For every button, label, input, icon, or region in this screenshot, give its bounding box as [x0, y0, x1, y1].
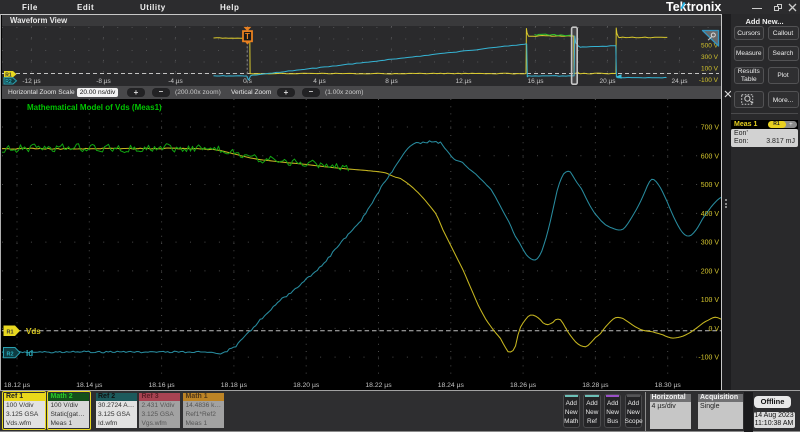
svg-text:4 µs: 4 µs — [313, 78, 326, 85]
svg-text:R2: R2 — [5, 79, 12, 85]
svg-text:300 V: 300 V — [701, 54, 719, 61]
svg-text:Id: Id — [26, 349, 33, 358]
svg-text:-12 µs: -12 µs — [22, 78, 41, 85]
svg-text:600 V: 600 V — [700, 153, 719, 160]
svg-text:Mathematical Model of Vds (Mea: Mathematical Model of Vds (Meas1) — [27, 103, 162, 112]
svg-text:20 µs: 20 µs — [599, 78, 616, 85]
svg-text:T: T — [245, 32, 250, 41]
svg-text:300 V: 300 V — [700, 240, 719, 247]
svg-text:18.18 µs: 18.18 µs — [220, 382, 247, 389]
svg-text:200 V: 200 V — [700, 268, 719, 275]
svg-text:Vds: Vds — [26, 327, 41, 336]
svg-text:-4 µs: -4 µs — [168, 78, 183, 85]
svg-text:18.12 µs: 18.12 µs — [3, 382, 30, 389]
svg-text:16 µs: 16 µs — [527, 78, 544, 85]
svg-text:100 V: 100 V — [701, 66, 719, 73]
svg-text:R2: R2 — [6, 351, 13, 357]
svg-text:0 s: 0 s — [243, 78, 252, 85]
svg-text:18.28 µs: 18.28 µs — [582, 382, 609, 389]
svg-text:18.20 µs: 18.20 µs — [293, 382, 320, 389]
svg-text:8 µs: 8 µs — [385, 78, 398, 85]
svg-text:400 V: 400 V — [700, 211, 719, 218]
svg-text:700 V: 700 V — [700, 125, 719, 132]
svg-text:12 µs: 12 µs — [455, 78, 472, 85]
svg-text:R1: R1 — [6, 330, 13, 336]
svg-text:24 µs: 24 µs — [671, 78, 688, 85]
svg-text:18.24 µs: 18.24 µs — [437, 382, 464, 389]
svg-text:100 V: 100 V — [700, 297, 719, 304]
svg-text:18.22 µs: 18.22 µs — [365, 382, 392, 389]
svg-text:-100 V: -100 V — [698, 355, 719, 362]
svg-text:500 V: 500 V — [700, 182, 719, 189]
svg-text:18.30 µs: 18.30 µs — [654, 382, 681, 389]
svg-text:18.16 µs: 18.16 µs — [148, 382, 175, 389]
svg-text:18.14 µs: 18.14 µs — [76, 382, 103, 389]
svg-text:-100 V: -100 V — [698, 77, 718, 84]
svg-text:0 V: 0 V — [708, 326, 719, 333]
svg-text:18.26 µs: 18.26 µs — [509, 382, 536, 389]
svg-text:-8 µs: -8 µs — [96, 78, 111, 85]
